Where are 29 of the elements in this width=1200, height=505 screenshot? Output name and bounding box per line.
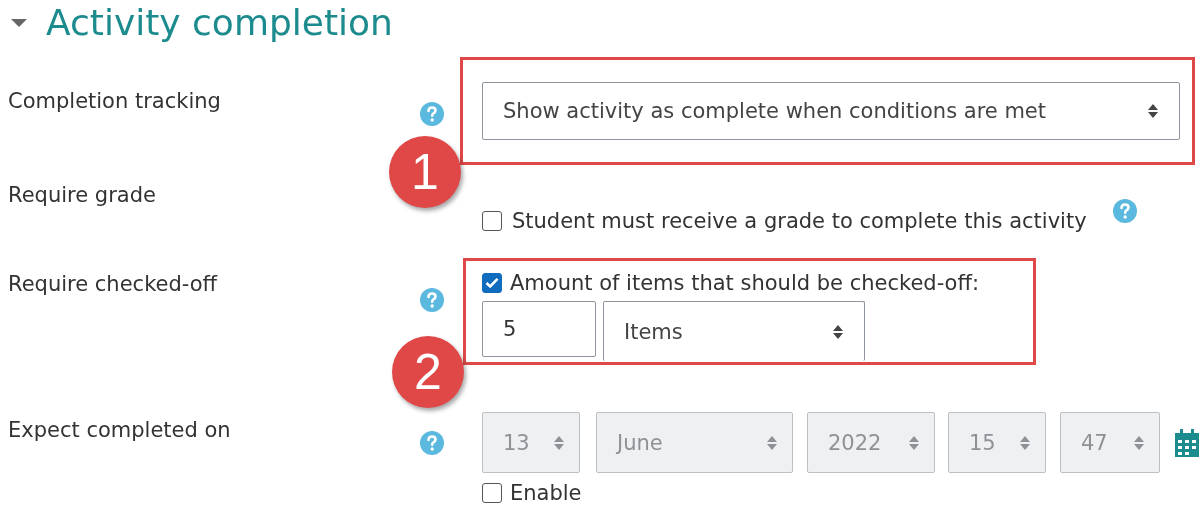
checkbox[interactable] [482,210,502,231]
help-icon[interactable] [1112,199,1137,223]
help-icon[interactable] [420,431,444,455]
checkbox[interactable] [482,273,502,293]
checkbox[interactable] [482,483,502,503]
step-number-badge: 1 [389,136,461,208]
sort-icon [1133,434,1145,451]
checkbox-label[interactable]: Amount of items that should be checked-off: [510,271,979,295]
checkbox-label[interactable]: Enable [510,481,582,505]
select-field[interactable]: Items [603,301,865,361]
section-title[interactable]: Activity completion [46,2,393,43]
field-label: Completion tracking [8,89,221,113]
sort-icon [766,434,778,451]
step-number-badge: 2 [392,336,464,408]
checkbox-label[interactable]: Student must receive a grade to complete this activity [512,208,1087,233]
select-field[interactable]: Show activity as complete when conditions are met [482,82,1180,140]
sort-icon [1147,103,1159,119]
calendar-icon[interactable] [1174,427,1200,458]
help-icon[interactable] [420,288,444,312]
sort-icon [1019,434,1031,451]
collapse-caret-icon[interactable] [10,16,28,29]
field-label: Require checked-off [8,272,218,296]
field-label: Require grade [8,183,156,207]
sort-icon [832,323,844,340]
help-icon[interactable] [420,102,444,126]
number-input[interactable]: 5 [482,301,596,357]
sort-icon [553,434,565,451]
field-label: Expect completed on [8,418,231,442]
sort-icon [908,434,920,451]
